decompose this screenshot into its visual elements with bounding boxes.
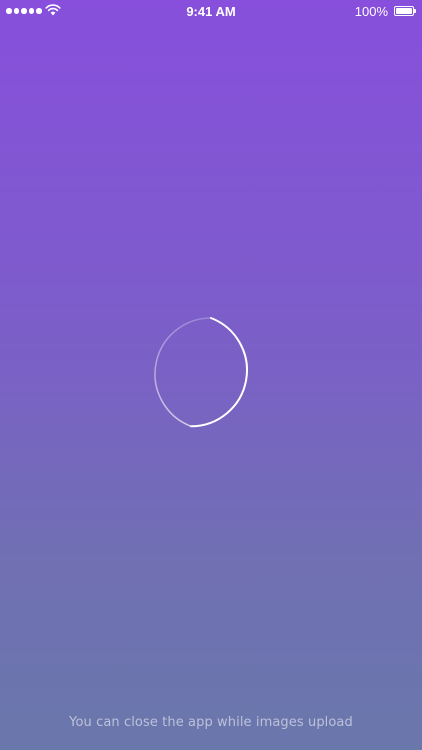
battery-icon: [394, 6, 416, 16]
battery-percentage: 100%: [354, 4, 388, 19]
loading-spinner-icon: [154, 317, 248, 428]
spinner-tail-arc: [154, 317, 212, 428]
spinner-head-arc: [190, 317, 248, 428]
status-bar: 9:41 AM 100%: [0, 0, 422, 22]
upload-info-message: You can close the app while images uploa…: [69, 715, 353, 730]
upload-screen: 9:41 AM 100% You can close the app while…: [0, 0, 422, 750]
